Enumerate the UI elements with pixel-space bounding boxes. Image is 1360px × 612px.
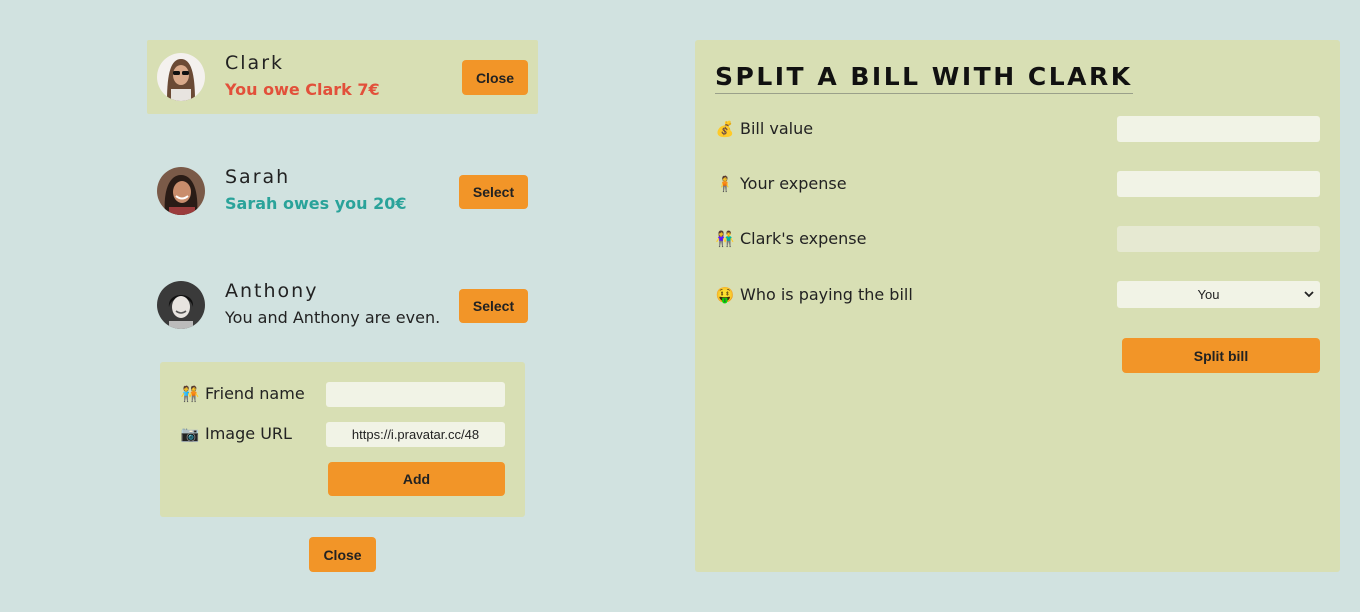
friend-balance: Sarah owes you 20€ [225, 194, 407, 213]
your-expense-input[interactable] [1117, 171, 1320, 197]
friend-name-label: 🧑‍🤝‍🧑 Friend name [180, 384, 305, 403]
friend-name: Clark [225, 52, 285, 74]
add-friend-form: 🧑‍🤝‍🧑Friend name 📷Image URL Add [160, 362, 525, 517]
friend-name: Sarah [225, 166, 291, 188]
payer-select[interactable]: You [1117, 281, 1320, 308]
friend-expense-input [1117, 226, 1320, 252]
friend-balance: You and Anthony are even. [225, 308, 441, 327]
close-friend-button[interactable]: Close [462, 60, 528, 95]
people-hugging-icon: 🧑‍🤝‍🧑 [180, 385, 200, 403]
split-bill-button[interactable]: Split bill [1122, 338, 1320, 373]
avatar [157, 53, 205, 101]
camera-icon: 📷 [180, 425, 200, 443]
friend-name: Anthony [225, 280, 319, 302]
close-form-button[interactable]: Close [309, 537, 376, 572]
friend-card-clark: Clark You owe Clark 7€ Close [147, 40, 538, 114]
money-bag-icon: 💰 [715, 120, 735, 138]
avatar [157, 167, 205, 215]
bill-value-input[interactable] [1117, 116, 1320, 142]
person-standing-icon: 🧍 [715, 175, 735, 193]
friend-balance: You owe Clark 7€ [225, 80, 380, 99]
split-bill-form: SPLIT A BILL WITH CLARK 💰 Bill value 🧍 You… [695, 40, 1340, 572]
payer-label: 🤑 Who is paying the bill [715, 285, 913, 304]
avatar [157, 281, 205, 329]
friend-card-anthony: Anthony You and Anthony are even. Select [147, 268, 538, 342]
image-url-label: 📷 Image URL [180, 424, 292, 443]
payer-select-value: You [1197, 287, 1220, 302]
your-expense-label: 🧍 Your expense [715, 174, 847, 193]
add-friend-button[interactable]: Add [328, 462, 505, 496]
chevron-down-icon [1304, 291, 1314, 298]
friend-name-input[interactable] [326, 382, 505, 407]
friend-card-sarah: Sarah Sarah owes you 20€ Select [147, 154, 538, 228]
money-mouth-face-icon: 🤑 [715, 286, 735, 304]
split-bill-title: SPLIT A BILL WITH CLARK [715, 62, 1133, 94]
select-friend-button[interactable]: Select [459, 175, 528, 209]
friend-expense-label: 👫 Clark's expense [715, 229, 867, 248]
image-url-input[interactable] [326, 422, 505, 447]
couple-icon: 👫 [715, 230, 735, 248]
bill-value-label: 💰 Bill value [715, 119, 814, 138]
select-friend-button[interactable]: Select [459, 289, 528, 323]
